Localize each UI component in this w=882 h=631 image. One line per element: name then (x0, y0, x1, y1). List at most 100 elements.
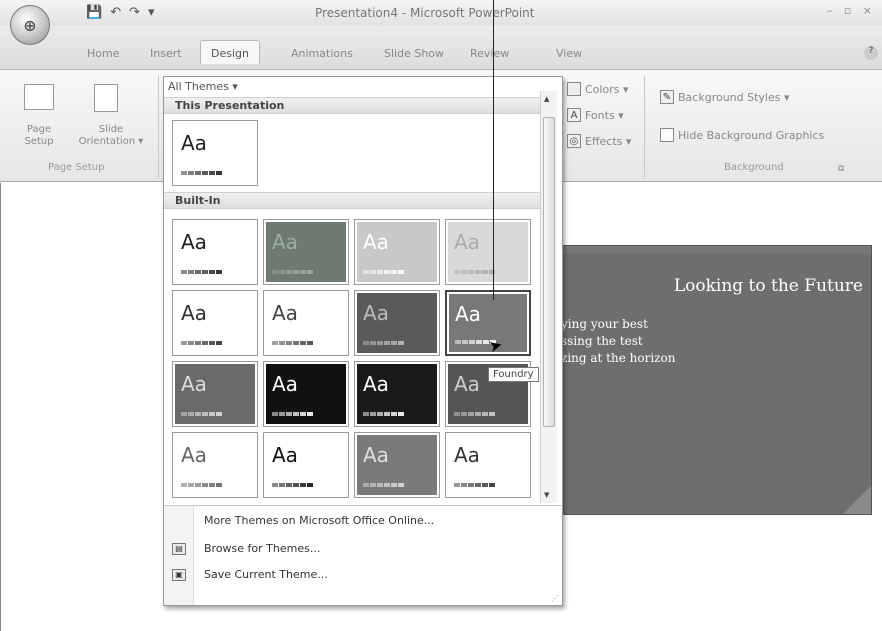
theme-color-swatches (454, 412, 495, 416)
theme-color-swatches (363, 341, 404, 345)
save-icon[interactable]: 💾 (86, 5, 102, 20)
theme-fonts-button[interactable]: A Fonts ▾ (567, 108, 624, 122)
theme-color-swatches (363, 270, 404, 274)
theme-thumbnail[interactable]: Aa (354, 361, 440, 427)
theme-colors-button[interactable]: Colors ▾ (567, 82, 628, 96)
help-icon[interactable]: ? (864, 46, 878, 60)
save-current-theme-item[interactable]: Save Current Theme... (204, 568, 328, 581)
theme-preview: Aa (357, 364, 437, 424)
theme-thumbnail[interactable]: Aa (354, 290, 440, 356)
theme-thumbnail[interactable]: Aa (172, 432, 258, 498)
checkbox-icon (660, 128, 674, 142)
colors-icon (567, 82, 581, 96)
theme-color-swatches (272, 270, 313, 274)
theme-color-swatches (272, 412, 313, 416)
theme-preview: Aa (266, 364, 346, 424)
theme-thumbnail[interactable]: Aa (445, 219, 531, 285)
hide-background-graphics-checkbox[interactable]: Hide Background Graphics (660, 128, 824, 142)
slide-bullet: ying your best (561, 317, 648, 331)
theme-sample-text: Aa (363, 372, 389, 396)
page-setup-group-label: Page Setup (48, 162, 105, 173)
tab-insert[interactable]: Insert (150, 47, 182, 60)
scrollbar-thumb[interactable] (543, 117, 555, 427)
window-title: Presentation4 - Microsoft PowerPoint (315, 6, 535, 20)
all-themes-filter[interactable]: All Themes ▾ (168, 80, 238, 93)
slide-bullets: ying your best ssing the test zing at th… (561, 316, 675, 367)
tab-slide-show[interactable]: Slide Show (384, 47, 444, 60)
theme-preview: Aa (175, 123, 255, 183)
tab-review[interactable]: Review (470, 47, 509, 60)
theme-sample-text: Aa (272, 230, 298, 254)
theme-thumbnail[interactable]: Aa (263, 361, 349, 427)
theme-preview: Aa (357, 435, 437, 495)
theme-sample-text: Aa (181, 230, 207, 254)
title-bar: 💾 ↶ ↷ ▾ Presentation4 - Microsoft PowerP… (0, 0, 882, 26)
theme-thumbnail[interactable]: Aa (263, 290, 349, 356)
theme-thumbnail[interactable]: Aa (263, 219, 349, 285)
theme-thumbnail[interactable]: Aa (354, 432, 440, 498)
theme-sample-text: Aa (181, 301, 207, 325)
theme-color-swatches (454, 270, 495, 274)
quick-access-toolbar: 💾 ↶ ↷ ▾ (86, 5, 155, 20)
slide-orientation-icon[interactable] (94, 84, 118, 112)
gallery-scrollbar[interactable]: ▲ ▼ (540, 91, 557, 503)
tab-design[interactable]: Design (200, 40, 260, 64)
theme-color-swatches (272, 483, 313, 487)
scroll-down-icon[interactable]: ▼ (544, 491, 549, 499)
theme-thumbnail[interactable]: Aa (172, 290, 258, 356)
theme-thumbnail[interactable]: Aa (263, 432, 349, 498)
tab-home[interactable]: Home (87, 47, 119, 60)
slide-orientation-button[interactable]: Slide Orientation ▾ (66, 124, 156, 148)
theme-preview: Aa (175, 364, 255, 424)
theme-color-swatches (363, 483, 404, 487)
theme-preview: Aa (357, 293, 437, 353)
theme-thumbnail[interactable]: Aa (172, 120, 258, 186)
more-themes-online-item[interactable]: More Themes on Microsoft Office Online..… (204, 514, 434, 527)
slide-corner-decoration (843, 486, 871, 514)
theme-sample-text: Aa (272, 443, 298, 467)
tab-animations[interactable]: Animations (291, 47, 353, 60)
group-separator (644, 76, 645, 178)
gallery-menu: More Themes on Microsoft Office Online..… (164, 505, 562, 605)
theme-sample-text: Aa (454, 372, 480, 396)
menu-icon-strip (164, 506, 194, 605)
tab-view[interactable]: View (556, 47, 582, 60)
theme-sample-text: Aa (363, 301, 389, 325)
dialog-launcher-icon[interactable]: ⧉ (838, 164, 844, 174)
window-controls[interactable]: – ▫ × (827, 4, 876, 17)
browse-themes-item[interactable]: Browse for Themes... (204, 542, 320, 555)
group-separator (158, 76, 159, 178)
theme-sample-text: Aa (454, 230, 480, 254)
theme-sample-text: Aa (181, 131, 207, 155)
theme-gallery-dropdown: All Themes ▾ This Presentation Aa Built-… (163, 76, 563, 606)
undo-icon[interactable]: ↶ (110, 5, 121, 20)
theme-thumbnail[interactable]: Aa (172, 361, 258, 427)
theme-thumbnail[interactable]: Aa (354, 219, 440, 285)
theme-sample-text: Aa (363, 443, 389, 467)
fonts-icon: A (567, 108, 581, 122)
theme-sample-text: Aa (272, 372, 298, 396)
resize-grip-icon[interactable]: ⋰ (551, 594, 559, 603)
theme-thumbnail[interactable]: Aa (172, 219, 258, 285)
callout-line (493, 0, 494, 300)
theme-preview: Aa (266, 435, 346, 495)
theme-preview: Aa (175, 222, 255, 282)
customize-qat-icon[interactable]: ▾ (148, 5, 155, 20)
theme-color-swatches (181, 412, 222, 416)
theme-thumbnail[interactable]: Aa (445, 432, 531, 498)
slide-bullet: ssing the test (561, 334, 643, 348)
theme-effects-button[interactable]: ◎ Effects ▾ (567, 134, 631, 148)
slide-preview[interactable]: Looking to the Future ying your best ssi… (560, 245, 872, 515)
section-built-in: Built-In (164, 192, 540, 209)
office-logo-icon[interactable]: ⊕ (10, 5, 50, 45)
theme-tooltip: Foundry (488, 367, 539, 382)
page-setup-button[interactable]: Page Setup (16, 124, 62, 148)
effects-icon: ◎ (567, 134, 581, 148)
theme-preview: Aa (448, 222, 528, 282)
background-styles-button[interactable]: ✎ Background Styles ▾ (660, 90, 790, 104)
redo-icon[interactable]: ↷ (129, 5, 140, 20)
page-setup-icon[interactable] (24, 84, 54, 110)
scroll-up-icon[interactable]: ▲ (544, 95, 549, 103)
theme-sample-text: Aa (272, 301, 298, 325)
slide-title: Looking to the Future (673, 276, 863, 296)
